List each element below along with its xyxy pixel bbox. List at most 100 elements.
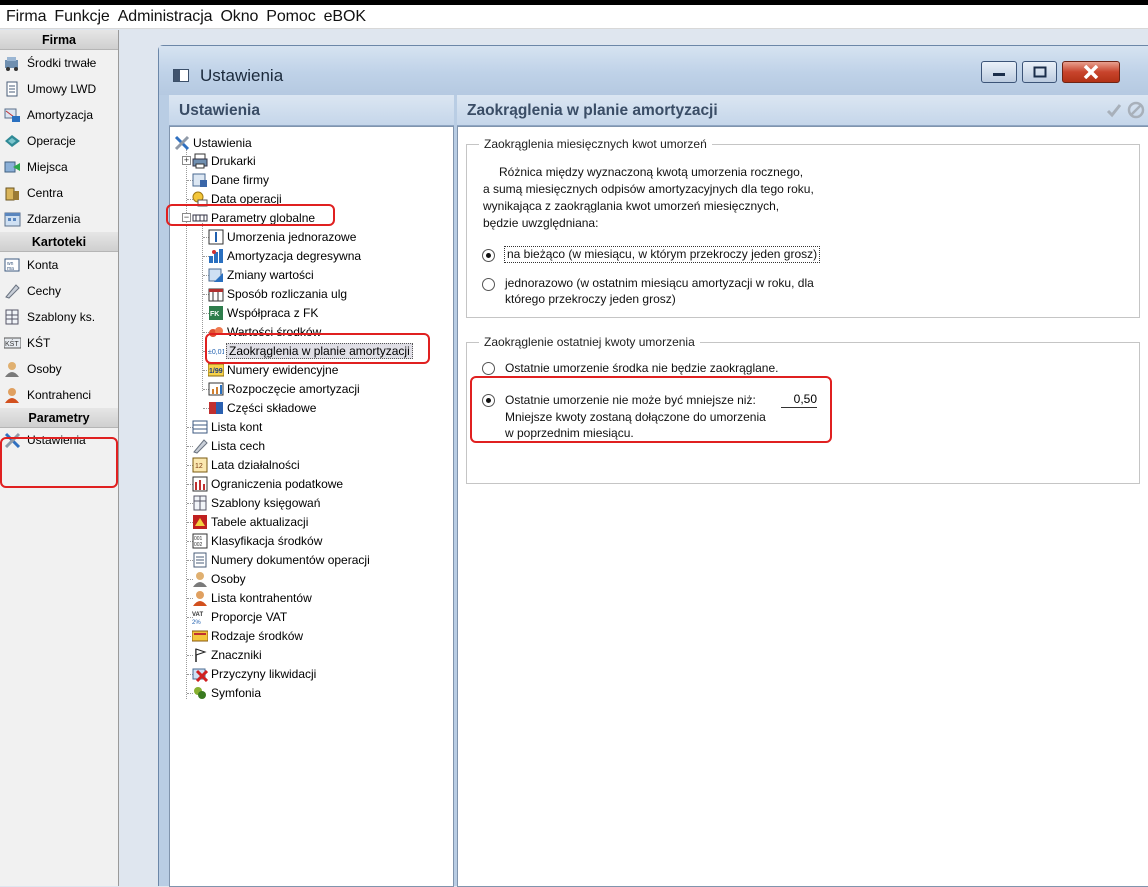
tree-item-osoby[interactable]: Osoby: [192, 569, 247, 588]
nav-item-osoby[interactable]: Osoby: [0, 356, 118, 382]
accounts-icon: wnma: [4, 258, 20, 272]
menu-pomoc[interactable]: Pomoc: [264, 8, 321, 26]
tree-item-label: Części składowe: [227, 400, 317, 415]
radio-na-biezaco-label[interactable]: na bieżąco (w miesiącu, w którym przekro…: [504, 246, 821, 263]
tree-item-drukarki[interactable]: Drukarki: [192, 151, 257, 170]
collapse-parametry-toggle[interactable]: −: [182, 213, 191, 222]
tree-item-amortyzacja-degresywna[interactable]: Amortyzacja degresywna: [208, 246, 362, 265]
tree-item-czesci-skladowe[interactable]: Części składowe: [208, 398, 317, 417]
nav-item-centra[interactable]: Centra: [0, 180, 118, 206]
expand-drukarki-toggle[interactable]: +: [182, 156, 191, 165]
window-titlebar[interactable]: Ustawienia: [159, 46, 1148, 95]
tree-item-klasyfikacja-srodkow[interactable]: 001 002 Klasyfikacja środków: [192, 531, 323, 550]
classification-icon: 001002: [192, 533, 208, 548]
document-numbers-icon: [193, 552, 207, 567]
nav-item-umowy-lwd[interactable]: Umowy LWD: [0, 76, 118, 102]
svg-text:KŚT: KŚT: [5, 339, 19, 348]
tree-item-proporcje-vat[interactable]: VAT 2% Proporcje VAT: [192, 607, 288, 626]
tree-item-tabele-aktualizacji[interactable]: Tabele aktualizacji: [192, 512, 309, 531]
events-icon: [4, 212, 21, 227]
operation-date-icon: [192, 191, 208, 206]
tree-item-label: Lista kont: [211, 419, 263, 434]
group-title: Zaokrąglenie ostatniej kwoty umorzenia: [479, 335, 700, 349]
tree-item-umorzenia-jednorazowe[interactable]: Umorzenia jednorazowe: [208, 227, 357, 246]
tree-item-przyczyny-likwidacji[interactable]: Przyczyny likwidacji: [192, 664, 317, 683]
menu-ebok[interactable]: eBOK: [322, 8, 372, 26]
tree-item-label: Symfonia: [211, 685, 262, 700]
tree-item-label: Lista kontrahentów: [211, 590, 312, 605]
tree-item-ustawienia-root[interactable]: Ustawienia: [174, 133, 253, 152]
tree-item-zaokraglenia[interactable]: ±0,01 Zaokrąglenia w planie amortyzacji: [208, 341, 413, 360]
minimize-button[interactable]: [981, 61, 1017, 83]
nav-item-miejsca[interactable]: Miejsca: [0, 154, 118, 180]
tree-item-data-operacji[interactable]: Data operacji: [192, 189, 283, 208]
relief-settlement-icon: [208, 288, 224, 301]
tree-item-parametry-globalne[interactable]: Parametry globalne: [192, 208, 316, 227]
tree-item-lata-dzialalnosci[interactable]: 12 Lata działalności: [192, 455, 301, 474]
tree-item-label: Lata działalności: [211, 457, 300, 472]
window-title: Ustawienia: [200, 66, 284, 85]
nav-item-label: Szablony ks.: [27, 310, 96, 324]
menu-administracja[interactable]: Administracja: [116, 8, 219, 26]
nav-item-ustawienia[interactable]: Ustawienia: [0, 428, 118, 452]
asset-types-icon: [192, 630, 208, 641]
tree-item-lista-kontrahentow[interactable]: Lista kontrahentów: [192, 588, 313, 607]
menu-funkcje[interactable]: Funkcje: [52, 8, 115, 26]
tree-item-wspolpraca-z-fk[interactable]: FK Współpraca z FK: [208, 303, 319, 322]
radio-bez-zaokraglania-label[interactable]: Ostatnie umorzenie środka nie będzie zao…: [505, 360, 779, 376]
nav-item-amortyzacja[interactable]: Amortyzacja: [0, 102, 118, 128]
confirm-check-icon[interactable]: [1105, 101, 1123, 119]
close-icon: [1083, 65, 1099, 79]
svg-text:12: 12: [195, 463, 203, 470]
tree-item-rozpoczecie-amortyzacji[interactable]: Rozpoczęcie amortyzacji: [208, 379, 361, 398]
tree-item-lista-cech[interactable]: Lista cech: [192, 436, 266, 455]
menu-okno[interactable]: Okno: [218, 8, 264, 26]
tree-item-lista-kont[interactable]: Lista kont: [192, 417, 263, 436]
nav-item-kontrahenci[interactable]: Kontrahenci: [0, 382, 118, 408]
tree-item-symfonia[interactable]: Symfonia: [192, 683, 262, 702]
symfonia-icon: [194, 686, 206, 699]
nav-item-zdarzenia[interactable]: Zdarzenia: [0, 206, 118, 232]
radio-minimalna-kwota-label[interactable]: Ostatnie umorzenie nie może być mniejsze…: [505, 392, 756, 408]
nav-item-srodki-trwale[interactable]: Środki trwałe: [0, 50, 118, 76]
nav-item-label: Konta: [27, 258, 59, 272]
radio-jednorazowo-label[interactable]: jednorazowo (w ostatnim miesiącu amortyz…: [505, 275, 814, 291]
tree-item-numery-ewidencyjne[interactable]: 1/99 Numery ewidencyjne: [208, 360, 339, 379]
tree-item-label: Amortyzacja degresywna: [227, 248, 362, 263]
accounts-list-icon: [192, 420, 208, 433]
tree-item-rodzaje-srodkow[interactable]: Rodzaje środków: [192, 626, 304, 645]
depreciation-start-icon: [208, 382, 224, 395]
tree-item-label: Zaokrąglenia w planie amortyzacji: [226, 342, 413, 359]
nav-item-label: Kontrahenci: [27, 388, 92, 402]
radio-na-biezaco[interactable]: [482, 249, 495, 262]
menu-firma[interactable]: Firma: [4, 8, 52, 26]
radio-bez-zaokraglania[interactable]: [482, 362, 495, 375]
tree-item-sposob-rozliczania-ulg[interactable]: Sposób rozliczania ulg: [208, 284, 348, 303]
tree-item-wartosci-srodkow[interactable]: Wartości środków: [208, 322, 322, 341]
tree-item-szablony-ksiegowan[interactable]: Szablony księgowań: [192, 493, 321, 512]
person-icon: [5, 362, 19, 377]
nav-item-label: Ustawienia: [27, 433, 86, 447]
tree-item-zmiany-wartosci[interactable]: Zmiany wartości: [208, 265, 315, 284]
nav-item-kst[interactable]: KŚT KŚT: [0, 330, 118, 356]
tree-item-label: Sposób rozliczania ulg: [227, 286, 348, 301]
radio-minimalna-kwota[interactable]: [482, 394, 495, 407]
nav-item-konta[interactable]: wn ma Konta: [0, 252, 118, 278]
value-change-icon: [208, 268, 223, 282]
tree-item-ograniczenia-podatkowe[interactable]: Ograniczenia podatkowe: [192, 474, 344, 493]
content-title: Zaokrąglenia w planie amortyzacji: [467, 102, 718, 119]
tree-item-znaczniki[interactable]: Znaczniki: [192, 645, 263, 664]
one-time-write-off-icon: [208, 229, 224, 244]
nav-item-cechy[interactable]: Cechy: [0, 278, 118, 304]
radio-jednorazowo[interactable]: [482, 278, 495, 291]
nav-item-szablony[interactable]: Szablony ks.: [0, 304, 118, 330]
close-button[interactable]: [1062, 61, 1120, 83]
min-amount-input[interactable]: 0,50: [781, 392, 817, 408]
tree-item-dane-firmy[interactable]: Dane firmy: [192, 170, 270, 189]
nav-sidebar: Firma Środki trwałe Umowy LWD Amortyzacj…: [0, 30, 119, 886]
nav-item-operacje[interactable]: Operacje: [0, 128, 118, 154]
maximize-button[interactable]: [1022, 61, 1057, 83]
vat-icon: VAT 2%: [192, 612, 203, 625]
tree-item-numery-dokumentow[interactable]: Numery dokumentów operacji: [192, 550, 371, 569]
cancel-icon[interactable]: [1127, 101, 1145, 119]
